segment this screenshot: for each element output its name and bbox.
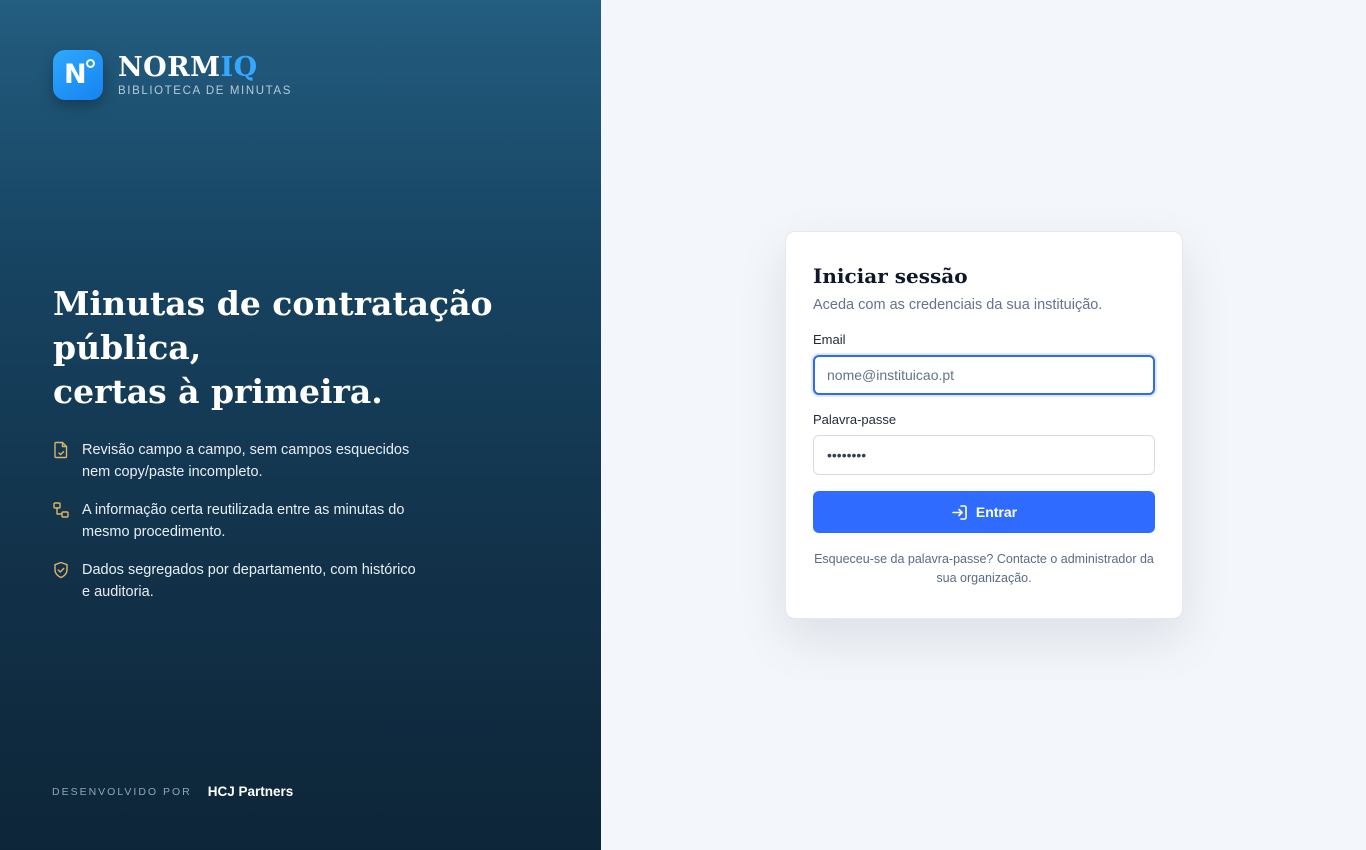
email-field[interactable] bbox=[813, 355, 1155, 395]
hero-line-1: Minutas de contratação bbox=[53, 284, 493, 323]
hero-headline: Minutas de contratação pública, certas à… bbox=[53, 282, 493, 414]
shield-check-icon bbox=[54, 561, 68, 579]
logo-letter: N bbox=[64, 59, 87, 90]
feature-text: Revisão campo a campo, sem campos esquec… bbox=[82, 442, 410, 480]
hero-line-2: pública, bbox=[53, 328, 202, 367]
logo-icon: N bbox=[53, 50, 103, 100]
brand-subtitle: BIBLIOTECA DE MINUTAS bbox=[118, 84, 292, 97]
feature-text: Dados segregados por departamento, com h… bbox=[82, 562, 416, 600]
login-subtitle: Aceda com as credenciais da sua institui… bbox=[813, 297, 1103, 313]
submit-button[interactable]: Entrar bbox=[813, 491, 1155, 533]
login-title: Iniciar sessão bbox=[813, 264, 968, 288]
hero-line-3: certas à primeira. bbox=[53, 372, 383, 411]
password-label: Palavra-passe bbox=[813, 412, 897, 427]
link-nodes-icon bbox=[53, 502, 69, 518]
document-check-icon bbox=[54, 441, 68, 459]
feature-item: Dados segregados por departamento, com h… bbox=[53, 559, 423, 603]
feature-text: A informação certa reutilizada entre as … bbox=[82, 502, 405, 540]
password-field[interactable] bbox=[813, 435, 1155, 475]
feature-list: Revisão campo a campo, sem campos esquec… bbox=[53, 439, 423, 619]
brand-name-accent: IQ bbox=[220, 51, 258, 83]
brand-text: NORMIQ BIBLIOTECA DE MINUTAS bbox=[118, 51, 292, 97]
login-icon bbox=[952, 504, 967, 520]
submit-label: Entrar bbox=[975, 504, 1018, 520]
company-name: HCJ Partners bbox=[207, 784, 294, 799]
logo-dot bbox=[86, 59, 95, 68]
brand-name-main: NORM bbox=[118, 51, 221, 83]
developed-by-label: DESENVOLVIDO POR bbox=[52, 785, 192, 798]
forgot-password-text: Esqueceu-se da palavra-passe? Contacte o… bbox=[814, 552, 1154, 585]
credits: DESENVOLVIDO POR HCJ Partners bbox=[52, 784, 293, 799]
brand-panel: N NORMIQ BIBLIOTECA DE MINUTAS Minutas d… bbox=[0, 0, 601, 850]
feature-item: A informação certa reutilizada entre as … bbox=[53, 499, 423, 543]
login-card: Iniciar sessão Aceda com as credenciais … bbox=[785, 231, 1183, 619]
email-label: Email bbox=[813, 332, 846, 347]
brand-name: NORMIQ bbox=[118, 51, 292, 83]
feature-item: Revisão campo a campo, sem campos esquec… bbox=[53, 439, 423, 483]
brand: N NORMIQ BIBLIOTECA DE MINUTAS bbox=[53, 50, 292, 100]
